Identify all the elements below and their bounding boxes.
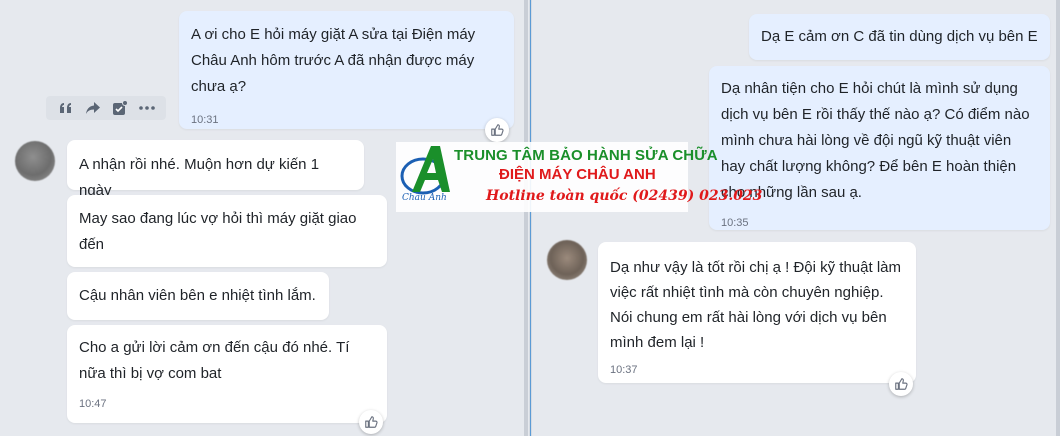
- message-bubble-outgoing[interactable]: Dạ nhân tiện cho E hỏi chút là mình sử d…: [709, 66, 1050, 230]
- scrollbar[interactable]: [524, 0, 528, 436]
- like-reaction-button[interactable]: [359, 410, 383, 434]
- message-text: Dạ như vậy là tốt rồi chị ạ ! Đội kỹ thu…: [610, 259, 901, 351]
- message-bubble-incoming[interactable]: May sao đang lúc vợ hỏi thì máy giặt gia…: [67, 195, 387, 267]
- watermark-title: TRUNG TÂM BẢO HÀNH SỬA CHỮA: [454, 147, 718, 164]
- right-chat-panel: Dạ E cảm ơn C đã tin dùng dịch vụ bên E …: [532, 0, 1060, 436]
- thumbs-up-icon: [895, 378, 908, 390]
- message-bubble-outgoing[interactable]: A ơi cho E hỏi máy giặt A sửa tại Điện m…: [179, 11, 514, 129]
- message-time: 10:35: [721, 217, 749, 229]
- like-reaction-button[interactable]: [889, 372, 913, 396]
- message-text: A ơi cho E hỏi máy giặt A sửa tại Điện m…: [191, 26, 476, 95]
- message-text: Dạ E cảm ơn C đã tin dùng dịch vụ bên E: [761, 28, 1038, 45]
- quote-icon[interactable]: [57, 99, 75, 117]
- message-bubble-incoming[interactable]: A nhận rồi nhé. Muộn hơn dự kiến 1 ngày: [67, 140, 364, 199]
- message-text: Cậu nhân viên bên e nhiệt tình lắm.: [79, 287, 316, 304]
- watermark-subtitle: ĐIỆN MÁY CHÂU ANH: [499, 166, 656, 183]
- watermark-hotline: Hotline toàn quốc (02439) 023.023: [486, 188, 763, 204]
- avatar[interactable]: [547, 240, 587, 280]
- message-text: Dạ nhân tiện cho E hỏi chút là mình sử d…: [721, 80, 1030, 201]
- scrollbar[interactable]: [1056, 0, 1060, 436]
- more-icon[interactable]: [138, 99, 156, 117]
- message-bubble-incoming[interactable]: Dạ như vậy là tốt rồi chị ạ ! Đội kỹ thu…: [598, 242, 916, 383]
- watermark-logo: Châu Anh TRUNG TÂM BẢO HÀNH SỬA CHỮA ĐIỆ…: [396, 142, 762, 212]
- message-text: May sao đang lúc vợ hỏi thì máy giặt gia…: [79, 210, 357, 253]
- left-chat-panel: A ơi cho E hỏi máy giặt A sửa tại Điện m…: [0, 0, 529, 436]
- message-time: 10:31: [191, 114, 219, 126]
- watermark-brand: Châu Anh: [402, 193, 447, 203]
- task-icon[interactable]: [111, 99, 129, 117]
- like-reaction-button[interactable]: [485, 118, 509, 142]
- message-bubble-outgoing[interactable]: Dạ E cảm ơn C đã tin dùng dịch vụ bên E: [749, 14, 1050, 60]
- message-bubble-incoming[interactable]: Cậu nhân viên bên e nhiệt tình lắm.: [67, 272, 329, 320]
- forward-icon[interactable]: [84, 99, 102, 117]
- message-bubble-incoming[interactable]: Cho a gửi lời cảm ơn đến cậu đó nhé. Tí …: [67, 325, 387, 423]
- message-text: Cho a gửi lời cảm ơn đến cậu đó nhé. Tí …: [79, 339, 350, 382]
- message-action-bar: [46, 96, 166, 120]
- thumbs-up-icon: [491, 124, 504, 136]
- message-time: 10:47: [79, 398, 107, 410]
- thumbs-up-icon: [365, 416, 378, 428]
- message-time: 10:37: [610, 364, 638, 376]
- avatar[interactable]: [15, 141, 55, 181]
